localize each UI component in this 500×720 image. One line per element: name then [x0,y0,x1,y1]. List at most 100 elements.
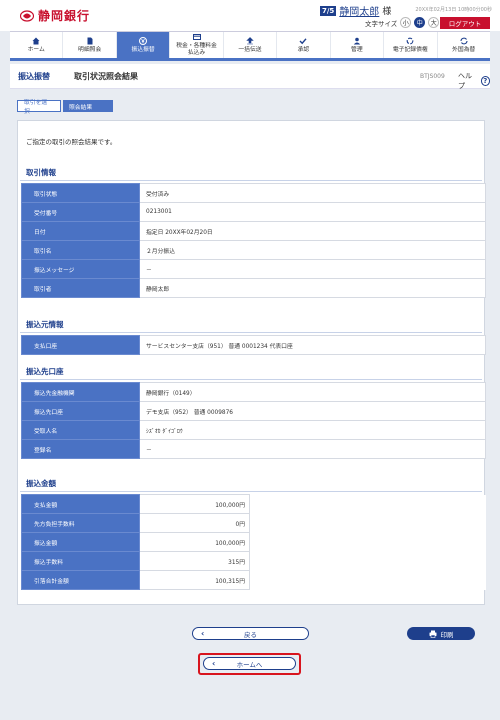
row-value: 受付済み [139,183,486,203]
row-value: 100,315円 [139,570,250,590]
row-label: 日付 [21,221,140,241]
table-row: 支払口座 サービスセンター支店（951） 普通 0001234 代表口座 [21,335,486,355]
row-value: 0213001 [139,202,486,222]
user-name[interactable]: 静岡太郎 [339,3,379,18]
step-indicator: 取引を選択 照会結果 [17,100,113,115]
font-size-medium-button[interactable]: 中 [414,17,426,28]
header: 静岡銀行 7/5 静岡太郎 様 20XX年02月13日 10時00分00秒 文字… [0,0,500,31]
chevron-left-icon: ‹ [201,629,205,638]
section-title-source: 振込元情報 [26,320,64,329]
nav-label: 税金・各種料金 払込み [176,43,217,56]
spacer [249,532,486,552]
user-suffix: 様 [382,7,392,17]
table-row: 支払金額 100,000円 [21,494,486,514]
screen-id: BTJS009 [420,73,445,80]
row-value: サービスセンター支店（951） 普通 0001234 代表口座 [139,335,486,355]
row-value: 指定日 20XX年02月20日 [139,221,486,241]
exchange-icon [460,37,468,45]
nav-label: 外国為替 [452,46,476,53]
table-row: 振込先口座 デモ支店（952） 普通 0009876 [21,401,486,421]
nav-item-statement[interactable]: 明細照会 [63,32,117,58]
row-value: 静岡太郎 [139,278,486,298]
row-label: 取引状態 [21,183,140,203]
table-row: 取引状態 受付済み [21,183,486,203]
table-row: 取引者 静岡太郎 [21,278,486,298]
font-size-control: 文字サイズ 小 中 大 [365,17,440,28]
row-label: 振込手数料 [21,551,140,571]
printer-icon [429,630,436,638]
table-row: 受取人名 ｼｽﾞｵｶ ﾀﾞｲｺﾞﾛｳ [21,420,486,440]
home-icon [32,37,40,45]
row-value: 0円 [139,513,250,533]
row-value: 静岡銀行（0149） [139,382,486,402]
print-button[interactable]: 印刷 [407,627,475,640]
spacer [249,494,486,514]
row-label: 引落合計金額 [21,570,140,590]
nav-item-admin[interactable]: 管理 [331,32,385,58]
row-value: － [139,259,486,279]
nav-item-e-receivables[interactable]: 電子記録債権 [384,32,438,58]
row-label: 支払口座 [21,335,140,355]
intro-text: ご指定の取引の照会結果です。 [26,138,117,146]
row-label: 支払金額 [21,494,140,514]
nav-item-forex[interactable]: 外国為替 [438,32,490,58]
help-link[interactable]: ヘルプ ? [458,71,490,91]
section-divider [20,180,482,181]
destination-info-table: 振込先金融機関 静岡銀行（0149） 振込先口座 デモ支店（952） 普通 0009… [21,382,486,459]
row-label: 振込金額 [21,532,140,552]
row-value: － [139,439,486,459]
page-title-bar: 振込振替 取引状況照会結果 BTJS009 ヘルプ ? [10,64,490,91]
row-value: 100,000円 [139,532,250,552]
user-icon [353,37,361,45]
document-icon [87,37,93,45]
page-category: 振込振替 [18,71,50,81]
font-size-label: 文字サイズ [365,19,398,28]
nav-label: 承認 [297,46,310,53]
table-row: 受付番号 0213001 [21,202,486,222]
page-title: 取引状況照会結果 [74,71,138,81]
nav-item-home[interactable]: ホーム [10,32,64,58]
table-row: 登録名－ [21,439,486,459]
print-label: 印刷 [440,630,454,639]
section-title-transaction: 取引情報 [26,168,56,177]
step-result: 照会結果 [63,100,113,112]
table-row: 先方負担手数料 0円 [21,513,486,533]
nav-item-tax[interactable]: 税金・各種料金 払込み [170,32,224,58]
row-label: 先方負担手数料 [21,513,140,533]
section-divider [20,491,482,492]
row-label: 振込メッセージ [21,259,140,279]
back-button[interactable]: ‹ 戻る [192,627,309,640]
row-label: 受取人名 [21,420,140,440]
nav-label: 一括伝送 [238,46,262,53]
table-row: 取引名 ２月分振込 [21,240,486,260]
font-size-small-button[interactable]: 小 [400,17,412,28]
yen-transfer-icon [139,36,148,45]
upload-icon [246,36,254,44]
nav-item-transfer[interactable]: 振込振替 [116,32,171,58]
row-label: 登録名 [21,439,140,459]
section-title-destination: 振込先口座 [26,367,64,376]
user-info: 7/5 静岡太郎 様 [320,3,391,18]
row-value: デモ支店（952） 普通 0009876 [139,401,486,421]
check-icon [299,38,307,44]
section-title-amount: 振込金額 [26,479,56,488]
nav-label: ホーム [27,46,45,53]
row-label: 取引名 [21,240,140,260]
bill-icon [192,34,201,41]
row-label: 振込先金融機関 [21,382,140,402]
logout-button[interactable]: ログアウト [440,17,490,29]
row-value: 315円 [139,551,250,571]
row-label: 取引者 [21,278,140,298]
row-value: ｼｽﾞｵｶ ﾀﾞｲｺﾞﾛｳ [139,420,486,440]
bank-logo[interactable]: 静岡銀行 [20,7,90,24]
font-size-large-button[interactable]: 大 [428,17,440,28]
nav-item-bulk[interactable]: 一括伝送 [224,32,278,58]
nav-item-approval[interactable]: 承認 [277,32,331,58]
user-badge: 7/5 [320,5,337,16]
table-row: 振込金額 100,000円 [21,532,486,552]
table-row: 振込手数料 315円 [21,551,486,571]
back-label: 戻る [244,630,257,639]
transaction-info-table: 取引状態 受付済み 受付番号 0213001 日付 指定日 20XX年02月20日 取… [21,183,486,298]
main-content: ご指定の取引の照会結果です。 取引情報 取引状態 受付済み 受付番号 0213001… [17,120,486,605]
amount-info-table: 支払金額 100,000円 先方負担手数料 0円 振込金額 100,000円 振込手数… [21,494,486,590]
